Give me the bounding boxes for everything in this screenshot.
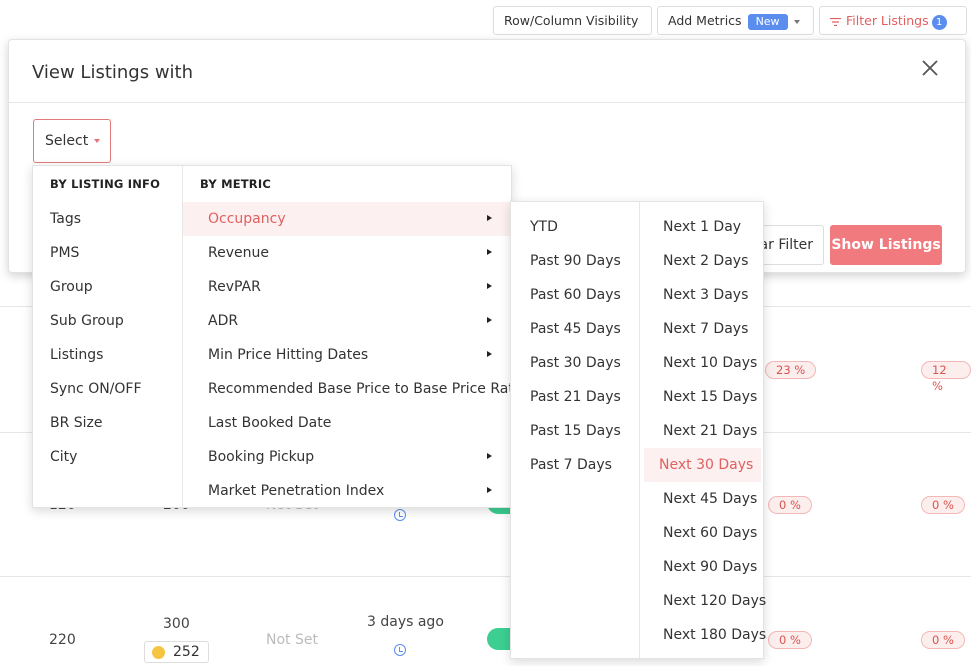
table-cell: 220 xyxy=(49,632,76,648)
coin-icon xyxy=(152,646,165,659)
submenu-item-next-3[interactable]: Next 3 Days xyxy=(644,278,761,312)
submenu-item-next-180[interactable]: Next 180 Days xyxy=(644,618,766,652)
menu-item-city[interactable]: City xyxy=(33,440,182,474)
menu-item-label: Market Penetration Index xyxy=(208,483,385,499)
filter-listings-button[interactable]: Filter Listings 1 xyxy=(819,6,967,51)
submenu-item-next-30[interactable]: Next 30 Days xyxy=(644,448,761,482)
percent-badge: 0 % xyxy=(921,496,965,514)
filter-icon xyxy=(830,17,841,26)
submenu-item-past-7[interactable]: Past 7 Days xyxy=(511,448,639,482)
menu-item-label: Recommended Base Price to Base Price Rat… xyxy=(208,381,527,397)
filter-listings-label: Filter Listings xyxy=(846,13,929,28)
menu-item-booking-pickup[interactable]: Booking Pickup xyxy=(183,440,511,474)
show-listings-button[interactable]: Show Listings xyxy=(830,225,942,265)
submenu-item-past-30[interactable]: Past 30 Days xyxy=(511,346,639,380)
submenu-item-past-90[interactable]: Past 90 Days xyxy=(511,244,639,278)
chevron-down-icon xyxy=(94,139,101,143)
menu-item-label: Occupancy xyxy=(208,211,286,227)
chevron-right-icon xyxy=(487,317,492,323)
past-periods-column: YTD Past 90 Days Past 60 Days Past 45 Da… xyxy=(511,210,639,482)
menu-item-pms[interactable]: PMS xyxy=(33,236,182,270)
submenu-item-past-45[interactable]: Past 45 Days xyxy=(511,312,639,346)
listing-info-header: BY LISTING INFO xyxy=(50,177,161,191)
metric-header: BY METRIC xyxy=(200,177,271,191)
submenu-item-next-21[interactable]: Next 21 Days xyxy=(644,414,761,448)
clock-icon xyxy=(394,509,406,521)
chevron-right-icon xyxy=(487,487,492,493)
menu-item-label: Last Booked Date xyxy=(208,415,332,431)
menu-item-label: ADR xyxy=(208,313,239,329)
submenu-item-past-21[interactable]: Past 21 Days xyxy=(511,380,639,414)
price-value: 252 xyxy=(173,644,200,660)
submenu-item-next-90[interactable]: Next 90 Days xyxy=(644,550,761,584)
chevron-down-icon xyxy=(793,19,800,24)
submenu-item-next-15[interactable]: Next 15 Days xyxy=(644,380,761,414)
chevron-right-icon xyxy=(487,215,492,221)
select-label: Select xyxy=(45,133,89,149)
percent-badge: 23 % xyxy=(765,361,817,379)
menu-item-adr[interactable]: ADR xyxy=(183,304,511,338)
menu-item-label: Booking Pickup xyxy=(208,449,315,465)
filter-count-badge: 1 xyxy=(931,15,947,30)
modal-divider xyxy=(9,102,965,103)
submenu-item-next-120[interactable]: Next 120 Days xyxy=(644,584,766,618)
menu-item-br-size[interactable]: BR Size xyxy=(33,406,182,440)
row-column-visibility-button[interactable]: Row/Column Visibility xyxy=(493,6,652,51)
menu-item-label: Min Price Hitting Dates xyxy=(208,347,369,363)
submenu-item-next-7[interactable]: Next 7 Days xyxy=(644,312,761,346)
menu-item-market-penetration-index[interactable]: Market Penetration Index xyxy=(183,474,511,508)
percent-badge: 12 % xyxy=(921,361,971,393)
submenu-item-past-15[interactable]: Past 15 Days xyxy=(511,414,639,448)
menu-item-revpar[interactable]: RevPAR xyxy=(183,270,511,304)
menu-item-label: Revenue xyxy=(208,245,269,261)
price-chip: 252 xyxy=(144,641,209,663)
menu-item-tags[interactable]: Tags xyxy=(33,202,182,236)
filter-dropdown-menu: BY LISTING INFO Tags PMS Group Sub Group… xyxy=(32,165,526,508)
submenu-item-ytd[interactable]: YTD xyxy=(511,210,639,244)
not-set-text: Not Set xyxy=(266,632,318,648)
select-dropdown-button[interactable]: Select xyxy=(33,119,111,163)
occupancy-submenu: YTD Past 90 Days Past 60 Days Past 45 Da… xyxy=(510,201,766,659)
submenu-item-next-10[interactable]: Next 10 Days xyxy=(644,346,761,380)
percent-badge: 0 % xyxy=(768,631,812,649)
chevron-right-icon xyxy=(487,249,492,255)
close-icon[interactable] xyxy=(921,59,939,77)
last-booked-text: 3 days ago xyxy=(367,614,444,630)
menu-item-sub-group[interactable]: Sub Group xyxy=(33,304,182,338)
menu-item-sync[interactable]: Sync ON/OFF xyxy=(33,372,182,406)
percent-badge: 0 % xyxy=(768,496,812,514)
new-badge: New xyxy=(747,14,788,30)
metric-column: BY METRIC Occupancy Revenue RevPAR ADR M… xyxy=(183,166,526,508)
submenu-item-next-45[interactable]: Next 45 Days xyxy=(644,482,761,516)
row-column-visibility-label: Row/Column Visibility xyxy=(504,13,639,28)
menu-item-base-price-ratio[interactable]: Recommended Base Price to Base Price Rat… xyxy=(183,372,526,406)
submenu-item-next-2[interactable]: Next 2 Days xyxy=(644,244,761,278)
future-periods-column: Next 1 Day Next 2 Days Next 3 Days Next … xyxy=(639,202,766,658)
listing-info-column: BY LISTING INFO Tags PMS Group Sub Group… xyxy=(33,166,183,507)
submenu-item-past-60[interactable]: Past 60 Days xyxy=(511,278,639,312)
menu-item-listings[interactable]: Listings xyxy=(33,338,182,372)
menu-item-occupancy[interactable]: Occupancy xyxy=(183,202,511,236)
table-cell: 300 xyxy=(163,616,190,632)
menu-item-label: RevPAR xyxy=(208,279,261,295)
menu-item-last-booked-date[interactable]: Last Booked Date xyxy=(183,406,511,440)
row-divider xyxy=(0,576,971,577)
submenu-item-next-60[interactable]: Next 60 Days xyxy=(644,516,761,550)
chevron-right-icon xyxy=(487,351,492,357)
menu-item-revenue[interactable]: Revenue xyxy=(183,236,511,270)
add-metrics-button[interactable]: Add Metrics New xyxy=(657,6,814,35)
chevron-right-icon xyxy=(487,283,492,289)
submenu-item-next-1[interactable]: Next 1 Day xyxy=(644,210,761,244)
menu-item-group[interactable]: Group xyxy=(33,270,182,304)
menu-item-min-price-hitting-dates[interactable]: Min Price Hitting Dates xyxy=(183,338,511,372)
clock-icon xyxy=(394,644,406,656)
chevron-right-icon xyxy=(487,453,492,459)
percent-badge: 0 % xyxy=(921,631,965,649)
add-metrics-label: Add Metrics xyxy=(668,13,742,28)
modal-title: View Listings with xyxy=(32,62,194,83)
